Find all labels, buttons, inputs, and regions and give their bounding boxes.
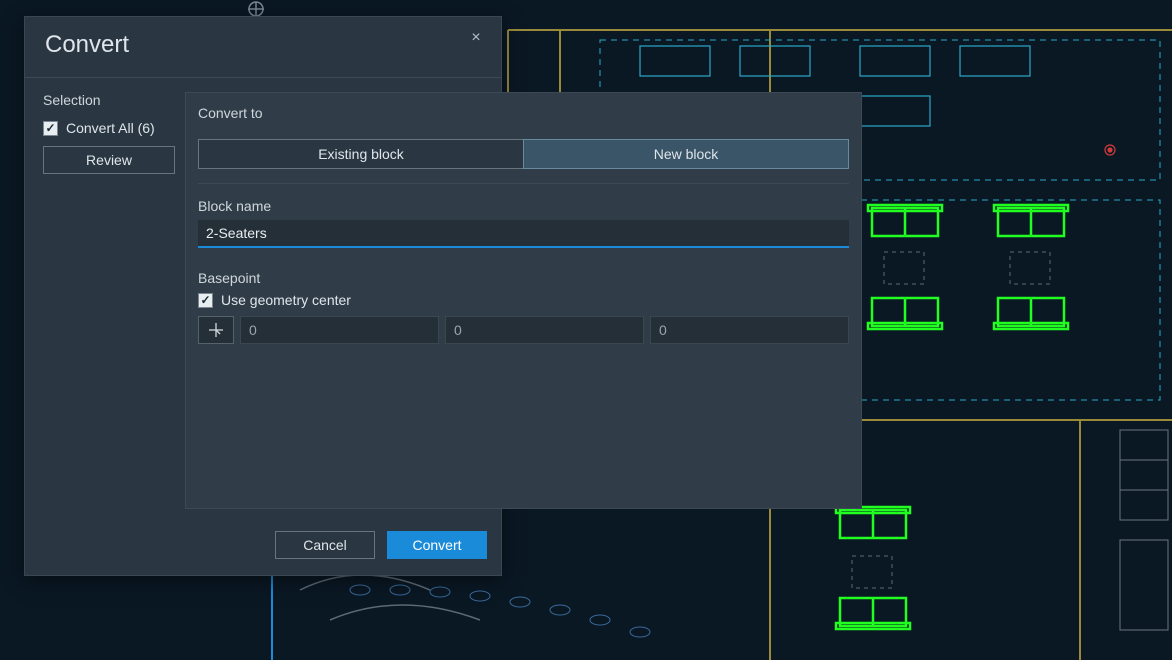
dialog-header: Convert × bbox=[25, 17, 501, 78]
convert-button[interactable]: Convert bbox=[387, 531, 487, 559]
convert-to-label: Convert to bbox=[198, 93, 849, 121]
block-name-input[interactable] bbox=[198, 220, 849, 248]
convert-button-label: Convert bbox=[412, 537, 461, 553]
convert-all-label: Convert All (6) bbox=[66, 120, 155, 136]
tab-new-block[interactable]: New block bbox=[523, 139, 849, 169]
basepoint-y-input[interactable] bbox=[445, 316, 644, 344]
convert-all-checkbox-row[interactable]: Convert All (6) bbox=[43, 120, 175, 136]
tab-existing-label: Existing block bbox=[318, 146, 404, 162]
basepoint-label: Basepoint bbox=[198, 270, 849, 286]
cancel-button[interactable]: Cancel bbox=[275, 531, 375, 559]
dialog-footer: Cancel Convert bbox=[25, 519, 501, 575]
tab-existing-block[interactable]: Existing block bbox=[198, 139, 523, 169]
selection-label: Selection bbox=[43, 92, 175, 108]
convert-dialog: Convert × Selection Convert All (6) Revi… bbox=[24, 16, 502, 576]
tab-new-label: New block bbox=[654, 146, 719, 162]
convert-all-checkbox[interactable] bbox=[43, 121, 58, 136]
block-name-label: Block name bbox=[198, 198, 849, 214]
convert-to-panel: Convert to Existing block New block Bloc… bbox=[185, 92, 862, 509]
close-icon: × bbox=[471, 29, 480, 47]
use-geometry-center-checkbox[interactable] bbox=[198, 293, 213, 308]
basepoint-x-input[interactable] bbox=[240, 316, 439, 344]
close-button[interactable]: × bbox=[465, 27, 487, 49]
selection-panel: Selection Convert All (6) Review bbox=[43, 92, 175, 509]
review-button[interactable]: Review bbox=[43, 146, 175, 174]
use-geometry-center-row[interactable]: Use geometry center bbox=[198, 292, 849, 308]
basepoint-z-input[interactable] bbox=[650, 316, 849, 344]
review-button-label: Review bbox=[86, 152, 132, 168]
dialog-title: Convert bbox=[45, 31, 481, 59]
pick-point-icon bbox=[209, 323, 223, 337]
cancel-button-label: Cancel bbox=[303, 537, 347, 553]
use-geometry-center-label: Use geometry center bbox=[221, 292, 351, 308]
pick-point-button[interactable] bbox=[198, 316, 234, 344]
